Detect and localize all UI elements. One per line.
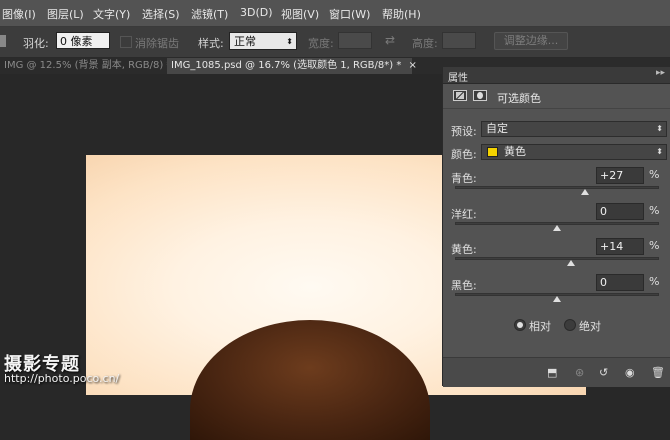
preset-value: 自定 [486, 122, 508, 135]
style-label: 样式: [198, 37, 224, 50]
menu-3d[interactable]: 3D(D) [240, 6, 273, 19]
tab-label: IMG @ 12.5% (背景 副本, RGB/8) * [4, 60, 172, 71]
menu-select[interactable]: 选择(S) [142, 6, 180, 22]
percent-unit: % [649, 239, 660, 252]
feather-label: 羽化: [23, 37, 49, 50]
adjustment-title: 可选颜色 [497, 92, 541, 105]
mask-circle-icon [477, 92, 483, 99]
antialias-checkbox[interactable] [120, 36, 132, 48]
slider-label: 黄色: [451, 243, 477, 256]
slider-thumb[interactable] [580, 189, 589, 195]
menu-bar: 图像(I) 图层(L) 文字(Y) 选择(S) 滤镜(T) 3D(D) 视图(V… [0, 0, 670, 27]
color-dropdown[interactable]: 黄色 ⬍ [481, 144, 667, 160]
absolute-radio[interactable] [564, 319, 576, 331]
dropdown-arrow-icon: ⬍ [656, 124, 663, 133]
mask-icon[interactable] [473, 90, 487, 101]
height-label: 高度: [412, 37, 438, 50]
slider-label: 黑色: [451, 279, 477, 292]
percent-unit: % [649, 275, 660, 288]
menu-type[interactable]: 文字(Y) [93, 6, 130, 22]
menu-image[interactable]: 图像(I) [2, 6, 36, 22]
dropdown-arrow-icon: ⬍ [656, 147, 663, 156]
dropdown-arrow-icon: ⬍ [286, 37, 293, 46]
adjustment-icon[interactable] [453, 90, 467, 101]
preset-dropdown[interactable]: 自定 ⬍ [481, 121, 667, 137]
percent-unit: % [649, 204, 660, 217]
adjustment-header: 可选颜色 [443, 84, 670, 109]
slider-yellow: 黄色: +14 % [443, 238, 670, 276]
clip-to-layer-icon[interactable]: ⬒ [547, 366, 557, 379]
slider-magenta: 洋红: 0 % [443, 203, 670, 241]
relative-radio[interactable] [514, 319, 526, 331]
slider-track[interactable] [455, 257, 659, 260]
yellow-value-input[interactable]: +14 [596, 238, 644, 255]
menu-window[interactable]: 窗口(W) [329, 6, 370, 22]
properties-panel: 属性 ▸▸ 可选颜色 预设: 自定 ⬍ 颜色: 黄色 ⬍ 青色: +27 % 洋… [442, 67, 670, 387]
selective-color-glyph-icon [456, 92, 464, 99]
percent-unit: % [649, 168, 660, 181]
reset-icon[interactable]: ↺ [599, 366, 608, 379]
watermark-url: http://photo.poco.cn/ [4, 372, 120, 385]
panel-header: 属性 ▸▸ [443, 67, 670, 84]
menu-view[interactable]: 视图(V) [281, 6, 319, 22]
relative-label: 相对 [529, 320, 551, 333]
menu-filter[interactable]: 滤镜(T) [191, 6, 228, 22]
slider-black: 黑色: 0 % [443, 274, 670, 312]
close-icon[interactable]: × [409, 60, 417, 71]
tab-label: IMG_1085.psd @ 16.7% (选取颜色 1, RGB/8*) * [171, 60, 402, 71]
tab-img-1085[interactable]: IMG_1085.psd @ 16.7% (选取颜色 1, RGB/8*) * … [167, 58, 417, 74]
height-input[interactable] [442, 32, 476, 49]
slider-cyan: 青色: +27 % [443, 167, 670, 205]
feather-input[interactable]: 0 像素 [56, 32, 110, 49]
magenta-value-input[interactable]: 0 [596, 203, 644, 220]
width-label: 宽度: [308, 37, 334, 50]
view-previous-icon[interactable]: ⊛ [575, 366, 584, 379]
slider-thumb[interactable] [567, 260, 576, 266]
width-input[interactable] [338, 32, 372, 49]
preset-label: 预设: [451, 125, 477, 138]
slider-track[interactable] [455, 186, 659, 189]
collapse-icon[interactable]: ▸▸ [656, 68, 665, 78]
menu-layer[interactable]: 图层(L) [47, 6, 84, 22]
panel-title: 属性 [448, 73, 468, 84]
style-value: 正常 [234, 35, 256, 48]
tool-preset-icon[interactable] [0, 35, 6, 47]
absolute-label: 绝对 [579, 320, 601, 333]
black-value-input[interactable]: 0 [596, 274, 644, 291]
tab-img-background-copy[interactable]: IMG @ 12.5% (背景 副本, RGB/8) * × [0, 58, 187, 74]
panel-footer: ⬒ ⊛ ↺ ◉ 🗑 [443, 357, 670, 387]
style-dropdown[interactable]: 正常 ⬍ [229, 32, 297, 50]
refine-edge-button[interactable]: 调整边缘... [494, 32, 568, 50]
color-value: 黄色 [504, 145, 526, 158]
cyan-value-input[interactable]: +27 [596, 167, 644, 184]
swap-icon[interactable]: ⇄ [385, 33, 395, 47]
slider-label: 洋红: [451, 208, 477, 221]
slider-label: 青色: [451, 172, 477, 185]
menu-help[interactable]: 帮助(H) [382, 6, 421, 22]
antialias-label: 消除锯齿 [135, 37, 179, 50]
trash-icon[interactable]: 🗑 [651, 366, 665, 379]
visibility-eye-icon[interactable]: ◉ [625, 366, 635, 379]
color-label: 颜色: [451, 148, 477, 161]
slider-thumb[interactable] [553, 296, 561, 302]
options-bar: 羽化: 0 像素 消除锯齿 样式: 正常 ⬍ 宽度: ⇄ 高度: 调整边缘... [0, 27, 670, 58]
color-swatch [487, 147, 498, 157]
slider-thumb[interactable] [553, 225, 561, 231]
